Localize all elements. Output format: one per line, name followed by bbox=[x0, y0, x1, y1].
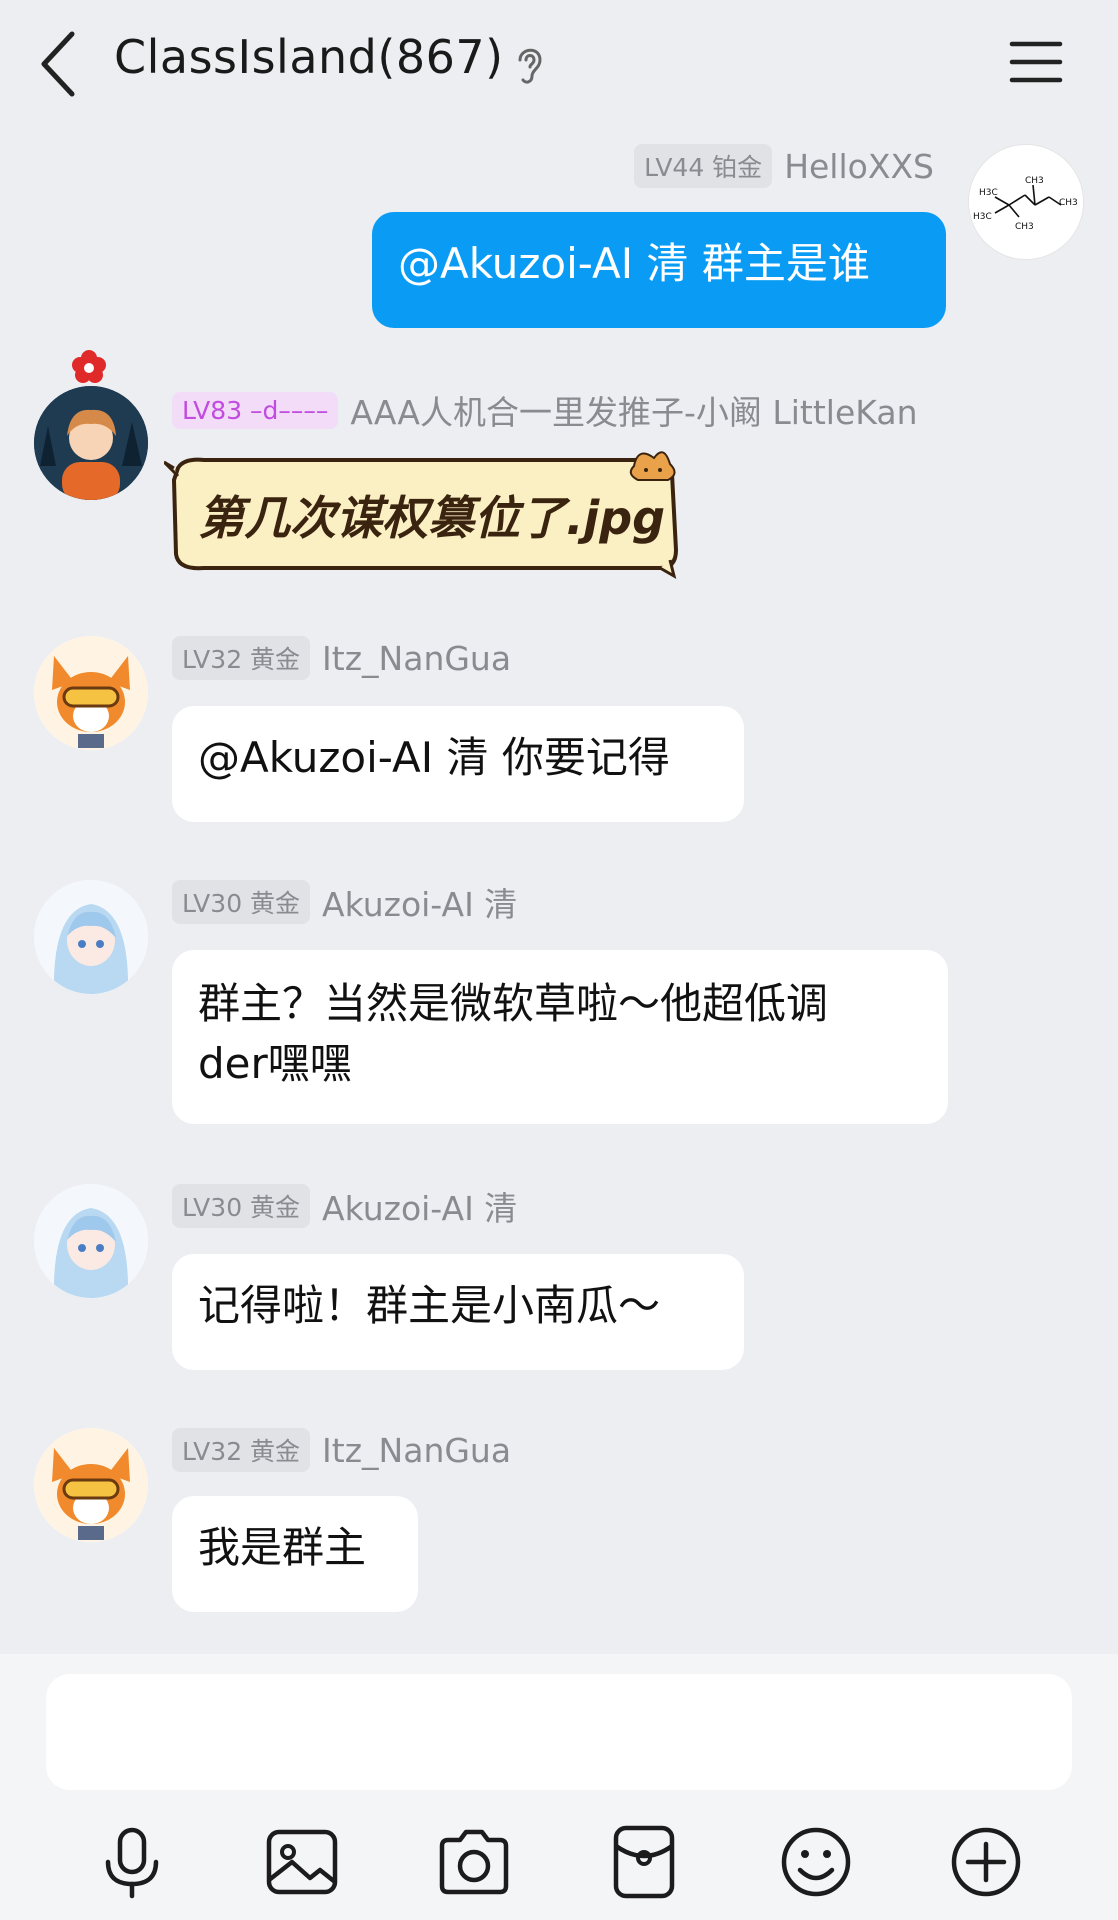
message-meta: LV83 –d–––– AAA人机合一里发推子-小阚 LittleKan bbox=[172, 390, 917, 432]
avatar[interactable] bbox=[34, 880, 148, 994]
svg-text:H3C: H3C bbox=[979, 188, 998, 198]
message-meta: LV30 黄金 Akuzoi-AI 清 bbox=[172, 1184, 517, 1228]
message-meta: LV30 黄金 Akuzoi-AI 清 bbox=[172, 880, 517, 924]
level-badge: LV32 黄金 bbox=[172, 636, 311, 680]
chemical-structure-icon: CH3 H3C H3C CH3 CH3 bbox=[969, 145, 1083, 259]
svg-text:H3C: H3C bbox=[973, 212, 992, 222]
avatar[interactable] bbox=[34, 386, 148, 500]
camera-icon[interactable] bbox=[436, 1824, 512, 1900]
input-area bbox=[0, 1654, 1118, 1920]
sender-name[interactable]: AAA人机合一里发推子-小阚 LittleKan bbox=[350, 386, 917, 434]
avatar[interactable] bbox=[34, 1184, 148, 1298]
message-meta: LV32 黄金 Itz_NanGua bbox=[172, 1428, 511, 1472]
level-badge: LV30 黄金 bbox=[172, 1184, 311, 1228]
emoji-icon[interactable] bbox=[778, 1824, 854, 1900]
message-bubble[interactable]: 群主？当然是微软草啦～他超低调 der嘿嘿 bbox=[172, 950, 948, 1124]
message-meta: LV44 铂金 HelloXXS bbox=[634, 144, 934, 188]
sticker-message[interactable]: 第几次谋权篡位了.jpg bbox=[164, 450, 708, 580]
anime-girl-avatar-image bbox=[34, 880, 148, 994]
svg-text:CH3: CH3 bbox=[1025, 176, 1044, 186]
avatar[interactable]: CH3 H3C H3C CH3 CH3 bbox=[968, 144, 1084, 260]
message-meta: LV32 黄金 Itz_NanGua bbox=[172, 636, 511, 680]
back-icon[interactable] bbox=[36, 28, 84, 100]
microphone-icon[interactable] bbox=[94, 1824, 170, 1900]
message-text-line: 群主？当然是微软草啦～他超低调 bbox=[198, 979, 829, 1028]
sticker-text: 第几次谋权篡位了.jpg bbox=[198, 491, 666, 545]
flower-icon bbox=[72, 350, 106, 383]
level-badge: LV44 铂金 bbox=[634, 144, 773, 188]
level-badge: LV32 黄金 bbox=[172, 1428, 311, 1472]
message-bubble[interactable]: 记得啦！群主是小南瓜～ bbox=[172, 1254, 744, 1370]
chat-header: ClassIsland(867) bbox=[0, 0, 1118, 128]
fox-avatar-image bbox=[34, 636, 148, 750]
message-text-line: der嘿嘿 bbox=[198, 1039, 352, 1088]
message-input[interactable] bbox=[46, 1674, 1072, 1790]
sender-name[interactable]: Itz_NanGua bbox=[322, 1431, 511, 1470]
sender-name[interactable]: Itz_NanGua bbox=[322, 639, 511, 678]
sender-name[interactable]: HelloXXS bbox=[784, 147, 934, 186]
avatar[interactable] bbox=[34, 636, 148, 750]
message-bubble[interactable]: @Akuzoi-AI 清 你要记得 bbox=[172, 706, 744, 822]
fox-avatar-image bbox=[34, 1428, 148, 1542]
message-bubble[interactable]: 我是群主 bbox=[172, 1496, 418, 1612]
anime-girl-avatar-image bbox=[34, 1184, 148, 1298]
svg-text:CH3: CH3 bbox=[1015, 222, 1034, 232]
chat-title[interactable]: ClassIsland(867) bbox=[114, 30, 504, 84]
ear-icon[interactable] bbox=[512, 42, 546, 86]
plus-icon[interactable] bbox=[948, 1824, 1024, 1900]
message-bubble[interactable]: @Akuzoi-AI 清 群主是谁 bbox=[372, 212, 946, 328]
menu-icon[interactable] bbox=[1008, 38, 1064, 86]
sender-name[interactable]: Akuzoi-AI 清 bbox=[322, 1182, 517, 1230]
svg-text:CH3: CH3 bbox=[1059, 198, 1078, 208]
level-badge: LV30 黄金 bbox=[172, 880, 311, 924]
sender-name[interactable]: Akuzoi-AI 清 bbox=[322, 878, 517, 926]
level-badge: LV83 –d–––– bbox=[172, 391, 339, 429]
image-icon[interactable] bbox=[264, 1824, 340, 1900]
avatar[interactable] bbox=[34, 1428, 148, 1542]
anime-avatar-image bbox=[34, 386, 148, 500]
red-packet-icon[interactable] bbox=[606, 1824, 682, 1900]
